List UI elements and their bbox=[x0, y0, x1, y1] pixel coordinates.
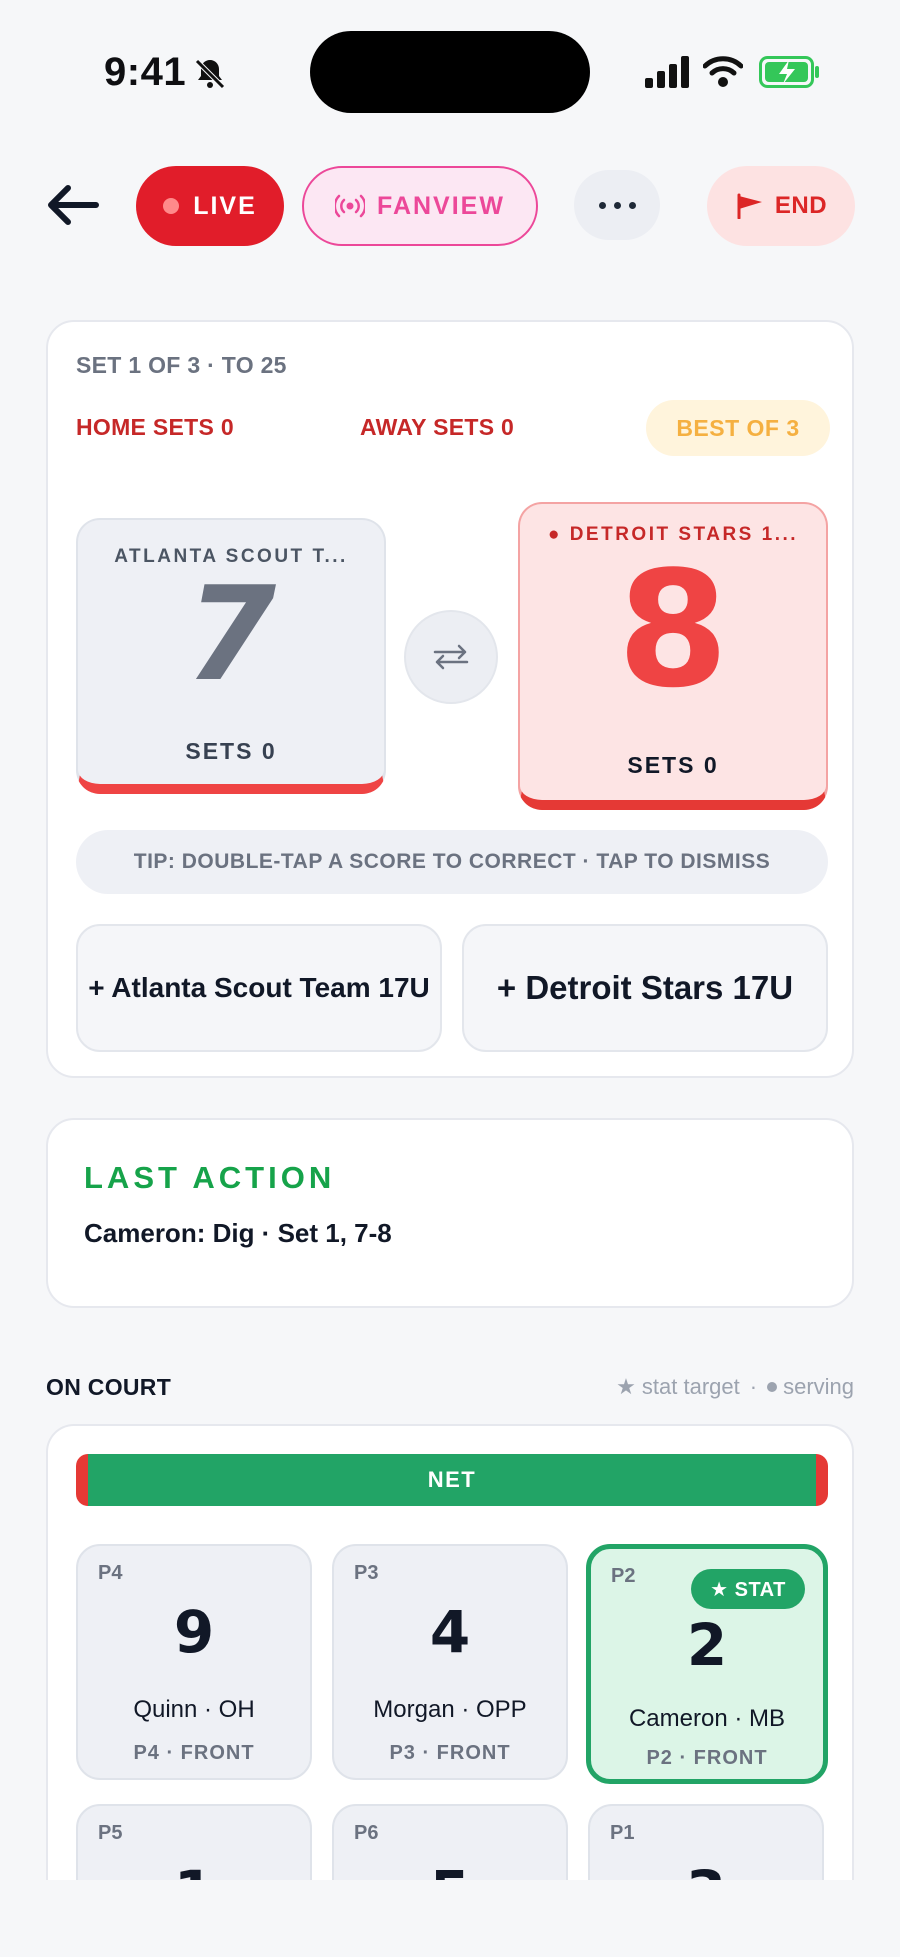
add-point-home-button[interactable]: + Atlanta Scout Team 17U bbox=[76, 924, 442, 1052]
battery-charging-icon bbox=[759, 56, 819, 88]
dynamic-island bbox=[310, 31, 590, 113]
player-card-p4[interactable]: P4 9 Quinn · OH P4 · FRONT bbox=[76, 1544, 312, 1780]
player-name: Morgan · OPP bbox=[373, 1696, 527, 1723]
player-slot: P2 · FRONT bbox=[646, 1747, 768, 1769]
more-dot bbox=[628, 201, 636, 209]
home-sets-label: SETS 0 bbox=[185, 738, 277, 764]
player-position: P4 bbox=[98, 1562, 123, 1584]
tip-banner[interactable]: TIP: DOUBLE-TAP A SCORE TO CORRECT · TAP… bbox=[76, 830, 828, 894]
away-score: 8 bbox=[617, 536, 729, 723]
away-sets-label: SETS 0 bbox=[627, 752, 719, 778]
player-card-p2[interactable]: P2 ★ STAT 2 Cameron · MB P2 · FRONT bbox=[586, 1544, 828, 1784]
flag-icon bbox=[737, 193, 762, 219]
best-of-badge: BEST OF 3 bbox=[646, 400, 830, 456]
last-action-card: LAST ACTION Cameron: Dig · Set 1, 7-8 bbox=[46, 1118, 854, 1308]
swap-sides-button[interactable] bbox=[404, 610, 498, 704]
stat-target-badge: ★ STAT bbox=[691, 1569, 805, 1609]
fanview-button[interactable]: FANVIEW bbox=[302, 166, 538, 246]
more-dot bbox=[613, 201, 621, 209]
end-match-button[interactable]: END bbox=[707, 166, 855, 246]
fanview-label: FANVIEW bbox=[377, 191, 505, 220]
on-court-legend: ★ stat target · serving bbox=[616, 1374, 854, 1400]
live-dot-icon bbox=[163, 198, 180, 214]
status-bar: 9:41 bbox=[0, 0, 900, 140]
away-sets-count: AWAY SETS 0 bbox=[360, 414, 515, 440]
live-button[interactable]: LIVE bbox=[136, 166, 284, 246]
player-number: 4 bbox=[429, 1598, 471, 1666]
bell-muted-icon bbox=[195, 59, 225, 89]
set-info: SET 1 OF 3 · TO 25 bbox=[76, 352, 287, 378]
home-score: 7 bbox=[185, 558, 277, 710]
end-label: END bbox=[774, 192, 828, 219]
home-sets-count: HOME SETS 0 bbox=[76, 414, 234, 440]
last-action-title: LAST ACTION bbox=[84, 1160, 336, 1195]
more-dot bbox=[598, 201, 606, 209]
legend-serving: serving bbox=[783, 1374, 854, 1399]
status-time: 9:41 bbox=[104, 50, 187, 94]
player-number: 2 bbox=[686, 1611, 728, 1679]
player-slot: P3 · FRONT bbox=[389, 1742, 511, 1764]
serving-dot-icon bbox=[767, 1382, 778, 1392]
player-position: P1 bbox=[610, 1822, 635, 1844]
wifi-icon bbox=[703, 56, 743, 87]
player-card-p3[interactable]: P3 4 Morgan · OPP P3 · FRONT bbox=[332, 1544, 568, 1780]
live-label: LIVE bbox=[193, 191, 257, 220]
player-position: P5 bbox=[98, 1822, 123, 1844]
bottom-fade bbox=[0, 1880, 900, 1957]
player-position: P3 bbox=[354, 1562, 379, 1584]
player-name: Cameron · MB bbox=[628, 1705, 786, 1732]
back-arrow-icon[interactable] bbox=[44, 180, 100, 230]
player-position: P2 bbox=[611, 1565, 636, 1587]
away-score-box[interactable]: ● DETROIT STARS 1... 8 SETS 0 bbox=[518, 502, 828, 810]
scoreboard-card: SET 1 OF 3 · TO 25 HOME SETS 0 AWAY SETS… bbox=[46, 320, 854, 1078]
broadcast-icon bbox=[335, 194, 366, 218]
legend-stat-target: ★ stat target bbox=[616, 1374, 740, 1399]
on-court-heading: ON COURT bbox=[46, 1374, 172, 1400]
more-options-button[interactable] bbox=[574, 170, 660, 240]
cellular-signal-icon bbox=[645, 56, 689, 88]
net-bar: NET bbox=[76, 1454, 828, 1506]
home-score-box[interactable]: ATLANTA SCOUT T... 7 SETS 0 bbox=[76, 518, 386, 794]
player-number: 9 bbox=[173, 1598, 215, 1666]
last-action-text: Cameron: Dig · Set 1, 7-8 bbox=[84, 1218, 392, 1248]
player-slot: P4 · FRONT bbox=[133, 1742, 255, 1764]
swap-arrows-icon bbox=[433, 644, 469, 670]
court-card: NET P4 9 Quinn · OH P4 · FRONT P3 4 Morg… bbox=[46, 1424, 854, 1957]
add-point-away-button[interactable]: + Detroit Stars 17U bbox=[462, 924, 828, 1052]
player-name: Quinn · OH bbox=[133, 1696, 255, 1723]
player-position: P6 bbox=[354, 1822, 379, 1844]
legend-separator: · bbox=[749, 1374, 758, 1399]
